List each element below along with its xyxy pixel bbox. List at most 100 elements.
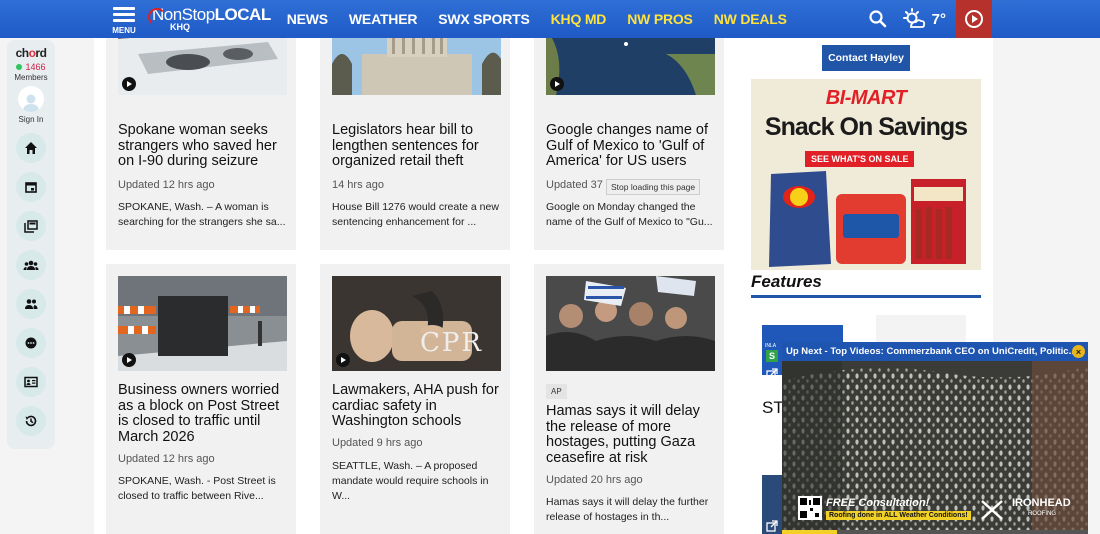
search-icon[interactable] — [868, 9, 888, 29]
sidebar-calendar[interactable] — [16, 172, 46, 202]
article-grid: Spokane woman seeks strangers who saved … — [94, 0, 742, 534]
article-timestamp: Updated 9 hrs ago — [332, 437, 423, 449]
article-summary: House Bill 1276 would create a new sente… — [332, 201, 499, 228]
up-next-title: Up Next - Top Videos: Commerzbank CEO on… — [786, 346, 1077, 357]
article-summary: SPOKANE, Wash. – A woman is searching fo… — [118, 201, 286, 228]
logo-text-local: LOCAL — [214, 5, 272, 24]
weather-widget[interactable]: 7° — [902, 8, 946, 30]
source-badge: AP — [546, 384, 567, 399]
id-card-icon — [24, 376, 38, 388]
close-icon: × — [1075, 346, 1082, 357]
article-thumbnail[interactable] — [546, 276, 715, 371]
play-circle-icon — [965, 10, 983, 28]
video-play-icon — [122, 353, 136, 367]
sidebar-media[interactable] — [16, 211, 46, 241]
temperature: 7° — [931, 10, 946, 28]
close-video-button[interactable]: × — [1072, 345, 1085, 358]
sidebar-chat[interactable] — [16, 328, 46, 358]
hamburger-icon — [113, 4, 135, 25]
crowd-flags-image — [546, 276, 715, 371]
contact-hayley-button[interactable]: Contact Hayley — [822, 45, 910, 71]
video-play-icon — [122, 77, 136, 91]
video-progress-bar[interactable] — [782, 530, 1088, 534]
history-icon — [25, 415, 37, 427]
chord-sidebar: chord 1466 Members Sign In — [7, 40, 55, 449]
site-logo[interactable]: NonStopLOCAL KHQ — [148, 0, 272, 38]
sponsor-logo: IRONHEAD — [1012, 497, 1071, 509]
video-frame[interactable]: FREE Consultation! Roofing done in ALL W… — [782, 361, 1088, 534]
article-timestamp: Updated 20 hrs ago — [546, 474, 643, 486]
article-thumbnail[interactable]: CPR — [332, 276, 501, 371]
feature-thumbnail[interactable] — [876, 315, 966, 345]
sidebar-friends[interactable] — [16, 289, 46, 319]
promo-subtext: Roofing done in ALL Weather Conditions! — [826, 511, 971, 520]
article-summary: SPOKANE, Wash. - Post Street is closed t… — [118, 475, 276, 502]
calendar-icon — [25, 182, 37, 193]
feature-title[interactable]: ST — [762, 398, 784, 418]
user-avatar-icon — [23, 94, 39, 112]
sign-in-link[interactable]: Sign In — [19, 115, 44, 124]
article-title[interactable]: Legislators hear bill to lengthen senten… — [332, 122, 502, 170]
article-timestamp: Updated 12 hrs ago — [118, 453, 215, 465]
article-thumbnail[interactable] — [118, 276, 287, 371]
logo-text-khq: KHQ — [170, 22, 190, 32]
nav-item-weather[interactable]: WEATHER — [349, 11, 418, 27]
video-player[interactable]: Up Next - Top Videos: Commerzbank CEO on… — [782, 342, 1088, 534]
logo-swoosh-icon — [148, 8, 166, 26]
post-street-barriers-image — [118, 276, 287, 371]
article-card[interactable]: AP Hamas says it will delay the release … — [534, 264, 724, 534]
up-next-bar[interactable]: Up Next - Top Videos: Commerzbank CEO on… — [782, 342, 1088, 361]
feature-s-badge: S — [766, 350, 778, 362]
menu-label: MENU — [112, 25, 136, 35]
ad-products-image — [769, 171, 966, 267]
nav-items: NEWS WEATHER SWX SPORTS KHQ MD NW PROS N… — [287, 11, 808, 27]
article-summary: Hamas says it will delay the further rel… — [546, 496, 709, 523]
menu-button[interactable]: MENU — [104, 0, 144, 38]
members-count: 1466 — [16, 62, 46, 72]
features-underline — [751, 295, 981, 298]
partly-sunny-icon — [902, 8, 925, 28]
video-progress-fill — [782, 530, 838, 534]
bimart-ad[interactable]: BI-MART Snack On Savings SEE WHAT'S ON S… — [751, 79, 981, 270]
features-heading: Features — [751, 272, 822, 291]
chat-bubble-icon — [25, 337, 37, 349]
sponsor-sub: ROOFING — [1028, 511, 1056, 517]
top-nav: MENU NonStopLOCAL KHQ NEWS WEATHER SWX S… — [0, 0, 1100, 38]
online-dot-icon — [16, 64, 23, 70]
nav-item-nw-pros[interactable]: NW PROS — [627, 11, 693, 27]
article-timestamp: Updated 12 hrs ago — [118, 179, 215, 191]
promo-headline: FREE Consultation! — [826, 497, 930, 509]
article-title[interactable]: Hamas says it will delay the release of … — [546, 403, 716, 466]
cpr-overlay-text: CPR — [420, 328, 483, 358]
article-card[interactable]: Business owners worried as a block on Po… — [106, 264, 296, 534]
chord-logo[interactable]: chord — [16, 46, 47, 60]
article-card[interactable]: CPR Lawmakers, AHA push for cardiac safe… — [320, 264, 510, 534]
article-title[interactable]: Lawmakers, AHA push for cardiac safety i… — [332, 382, 502, 430]
chord-logo-part1: ch — [15, 46, 30, 60]
hammer-cross-icon — [981, 500, 1003, 520]
article-title[interactable]: Google changes name of Gulf of Mexico to… — [546, 122, 716, 170]
nav-item-khq-md[interactable]: KHQ MD — [551, 11, 607, 27]
article-title[interactable]: Business owners worried as a block on Po… — [118, 382, 288, 445]
article-timestamp: Updated 37 h — [546, 179, 613, 191]
chord-logo-part2: rd — [35, 46, 47, 60]
live-play-button[interactable] — [956, 0, 992, 38]
sidebar-profile-card[interactable] — [16, 367, 46, 397]
people-icon — [25, 299, 38, 309]
nav-item-swx-sports[interactable]: SWX SPORTS — [438, 11, 530, 27]
sidebar-home[interactable] — [16, 133, 46, 163]
article-title[interactable]: Spokane woman seeks strangers who saved … — [118, 122, 288, 170]
nav-item-news[interactable]: NEWS — [287, 11, 328, 27]
external-link-icon[interactable] — [766, 520, 778, 532]
article-timestamp: 14 hrs ago — [332, 179, 384, 191]
avatar[interactable] — [18, 86, 44, 112]
members-count-value: 1466 — [25, 62, 46, 72]
home-icon — [25, 142, 37, 154]
sidebar-history[interactable] — [16, 406, 46, 436]
sidebar-groups[interactable] — [16, 250, 46, 280]
members-label: Members — [14, 73, 48, 82]
browser-tooltip: Stop loading this page — [606, 179, 701, 195]
video-play-icon — [336, 353, 350, 367]
nav-item-nw-deals[interactable]: NW DEALS — [714, 11, 787, 27]
external-link-icon[interactable] — [766, 368, 778, 380]
